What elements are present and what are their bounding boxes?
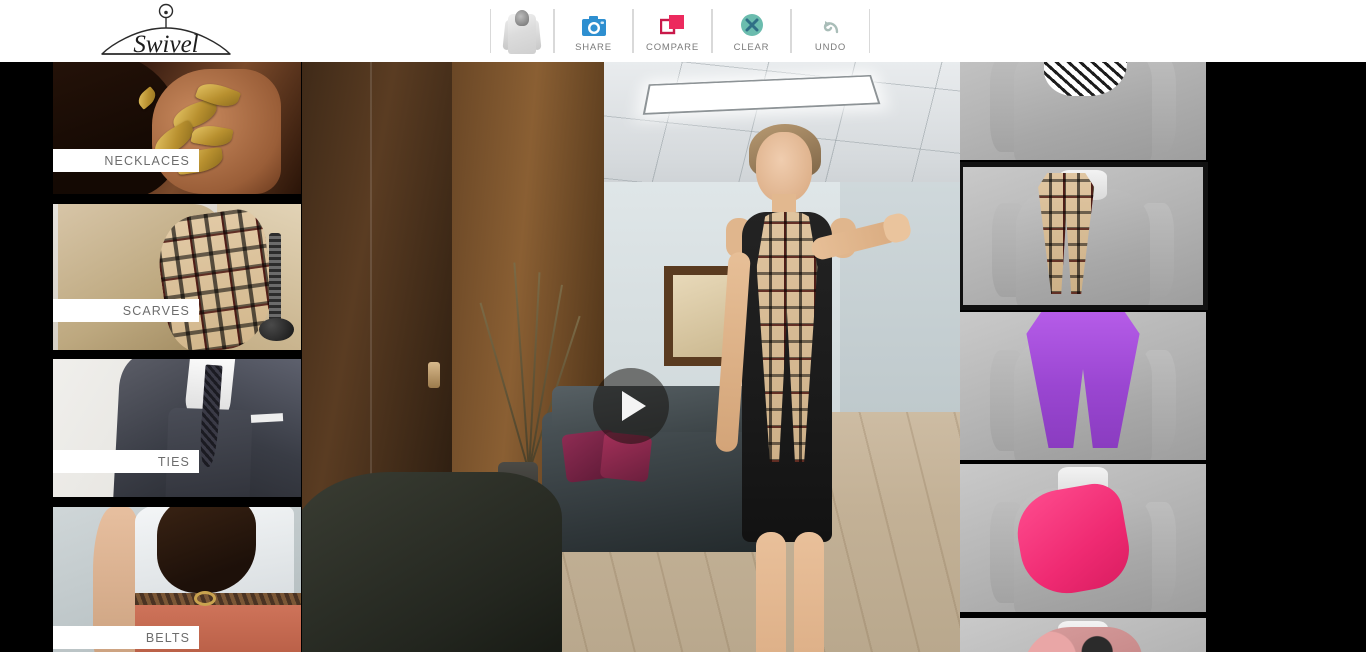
share-label: SHARE bbox=[575, 41, 612, 53]
avatar-preview-button[interactable] bbox=[491, 0, 553, 62]
sidebar-item-ties[interactable]: TIES bbox=[53, 359, 301, 497]
video-scene bbox=[302, 62, 960, 652]
avatar bbox=[502, 6, 542, 56]
look-thumbnail-4[interactable] bbox=[960, 464, 1206, 612]
mens-suit-tie-photo bbox=[53, 359, 301, 497]
clear-label: CLEAR bbox=[733, 41, 770, 53]
play-button[interactable] bbox=[593, 368, 669, 444]
toolbar-divider bbox=[869, 9, 870, 53]
play-triangle-icon bbox=[622, 391, 646, 421]
sidebar-label-belts: BELTS bbox=[53, 626, 199, 649]
main-toolbar: SHARE COMPARE CLEAR UNDO bbox=[490, 0, 870, 62]
compare-button[interactable]: COMPARE bbox=[634, 0, 711, 62]
sidebar-item-scarves[interactable]: SCARVES bbox=[53, 204, 301, 350]
share-button[interactable]: SHARE bbox=[555, 0, 632, 62]
looks-sidebar bbox=[960, 62, 1366, 652]
camera-icon bbox=[581, 10, 607, 37]
svg-text:Swivel: Swivel bbox=[133, 31, 198, 58]
look-thumbnail-3[interactable] bbox=[960, 312, 1206, 460]
swivel-app: Swivel SHARE COMPARE CLEAR UNDO NECKLACE… bbox=[0, 0, 1366, 652]
sidebar-item-necklaces[interactable]: NECKLACES bbox=[53, 62, 301, 194]
look-thumbnail-2-selected[interactable] bbox=[960, 162, 1208, 310]
plaid-scarf-trench-coat-photo bbox=[53, 204, 301, 350]
sidebar-item-belts[interactable]: BELTS bbox=[53, 507, 301, 652]
sidebar-label-scarves: SCARVES bbox=[53, 299, 199, 322]
undo-arrow-icon bbox=[819, 10, 843, 37]
look-thumbnail-5[interactable] bbox=[960, 618, 1206, 652]
two-squares-icon bbox=[659, 10, 686, 37]
model-person bbox=[694, 124, 914, 652]
circle-x-icon bbox=[740, 10, 764, 37]
video-stage[interactable] bbox=[302, 62, 960, 652]
gold-leaf-necklace-photo bbox=[53, 62, 301, 194]
sidebar-label-ties: TIES bbox=[53, 450, 199, 473]
undo-label: UNDO bbox=[814, 41, 847, 53]
brand-logo[interactable]: Swivel bbox=[96, 2, 236, 60]
sidebar-label-necklaces: NECKLACES bbox=[53, 149, 199, 172]
clothes-hanger-icon: Swivel bbox=[101, 3, 231, 58]
look-thumbnail-1[interactable] bbox=[960, 62, 1206, 160]
undo-button[interactable]: UNDO bbox=[792, 0, 869, 62]
clear-button[interactable]: CLEAR bbox=[713, 0, 790, 62]
compare-label: COMPARE bbox=[646, 41, 699, 53]
app-header: Swivel SHARE COMPARE CLEAR UNDO bbox=[0, 0, 1366, 62]
category-sidebar: NECKLACES SCARVES TIES BELTS bbox=[0, 62, 302, 652]
foreground-chair bbox=[302, 472, 562, 652]
